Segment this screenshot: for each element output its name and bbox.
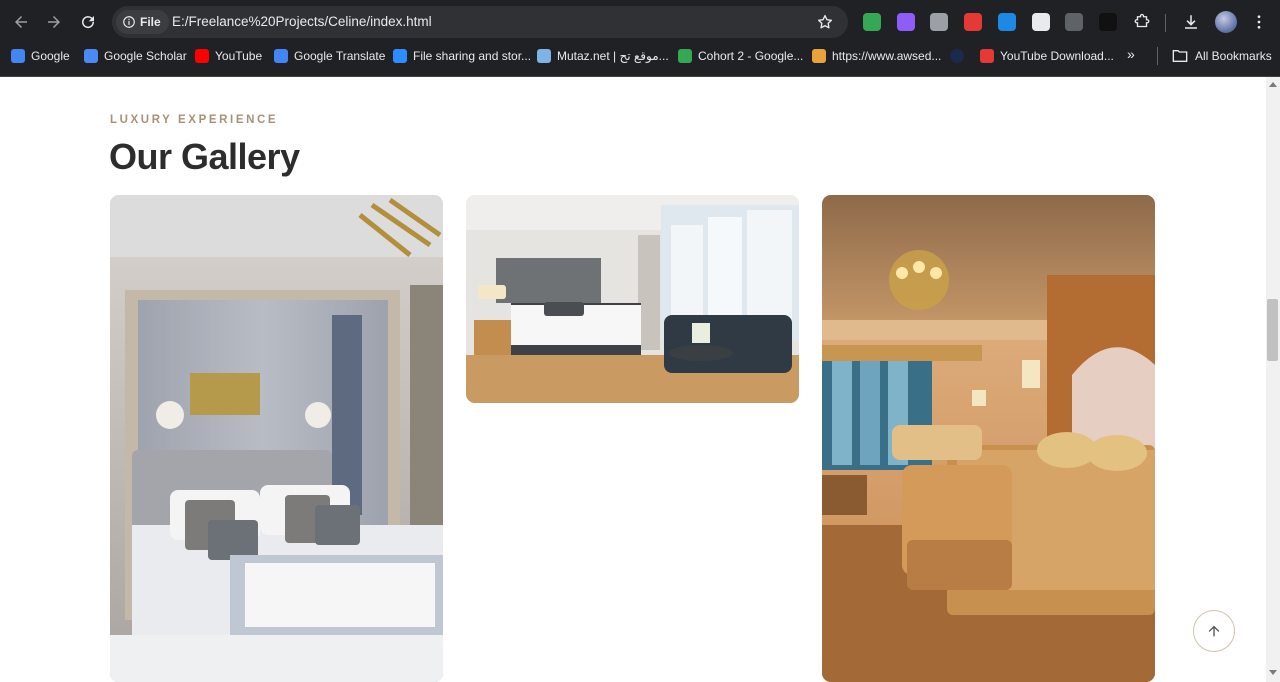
gallery-item-3[interactable] (822, 195, 1155, 682)
package-icon (812, 49, 826, 63)
section-eyebrow: LUXURY EXPERIENCE (110, 114, 279, 126)
toolbar-separator (1165, 14, 1166, 32)
info-icon (123, 16, 135, 28)
address-bar[interactable]: File E:/Freelance%20Projects/Celine/inde… (112, 6, 848, 38)
url-text[interactable]: E:/Freelance%20Projects/Celine/index.htm… (172, 14, 432, 29)
browser-toolbar: File E:/Freelance%20Projects/Celine/inde… (0, 0, 1280, 44)
extension-icon-6[interactable] (1032, 13, 1050, 31)
extension-icon-3[interactable] (930, 13, 948, 31)
download-site-icon (980, 49, 994, 63)
bookmark-label: YouTube (215, 49, 263, 63)
bookmark-cohort[interactable]: Cohort 2 - Google... (678, 44, 803, 68)
bookmark-google[interactable]: Google (11, 44, 70, 68)
bookmark-google-translate[interactable]: Google Translate (274, 44, 385, 68)
extension-icon-4[interactable] (964, 13, 982, 31)
scroll-up-arrow-icon[interactable] (1269, 82, 1277, 87)
bookmark-awsed[interactable]: https://www.awsed... (812, 44, 941, 68)
reload-icon (82, 16, 95, 29)
extension-icon-2[interactable] (897, 13, 915, 31)
scheme-label: File (140, 15, 161, 29)
translate-icon (274, 49, 288, 63)
bookmark-label: Google Scholar (104, 49, 187, 63)
site-info-chip[interactable]: File (116, 10, 169, 34)
bookmark-youtube-download[interactable]: YouTube Download... (980, 44, 1114, 68)
extension-icon-1[interactable] (863, 13, 881, 31)
bookmarks-separator (1157, 47, 1158, 65)
bookmark-label: File sharing and stor... (413, 49, 532, 63)
city-view-hotel-room-image (466, 195, 799, 403)
more-bookmarks-chevron-icon[interactable]: » (1127, 46, 1145, 66)
browser-menu-button[interactable] (1249, 12, 1269, 32)
arrow-left-icon (15, 16, 27, 28)
extensions-puzzle-button[interactable] (1132, 12, 1152, 32)
bookmark-label: Mutaz.net | موقع تح... (557, 49, 669, 63)
puzzle-icon (1134, 13, 1150, 28)
classic-gold-suite-image (822, 195, 1155, 682)
site-icon (950, 49, 964, 63)
bookmark-unlabeled[interactable] (950, 44, 964, 68)
page-scrollbar[interactable] (1266, 77, 1280, 682)
google-icon (11, 49, 25, 63)
back-button[interactable] (8, 9, 34, 35)
bookmark-label: https://www.awsed... (832, 49, 942, 63)
bookmark-label: Google (31, 49, 70, 63)
bookmarks-bar: Google Google Scholar YouTube Google Tra… (0, 44, 1280, 77)
mutaz-icon (537, 49, 551, 63)
bookmark-label: Google Translate (294, 49, 386, 63)
google-drive-icon (678, 49, 692, 63)
bookmark-youtube[interactable]: YouTube (195, 44, 262, 68)
scrollbar-thumb[interactable] (1267, 299, 1278, 361)
bookmark-file-sharing[interactable]: File sharing and stor... (393, 44, 531, 68)
bookmark-star-icon[interactable] (816, 13, 834, 31)
bookmark-google-scholar[interactable]: Google Scholar (84, 44, 187, 68)
gallery-item-1[interactable] (110, 195, 443, 682)
section-title: Our Gallery (109, 136, 300, 177)
extension-icon-5[interactable] (998, 13, 1016, 31)
page-viewport: LUXURY EXPERIENCE Our Gallery (0, 77, 1266, 682)
kebab-menu-icon (1257, 15, 1261, 29)
bookmark-label: Cohort 2 - Google... (698, 49, 804, 63)
folder-icon (1172, 50, 1188, 62)
arrow-right-icon (48, 16, 60, 28)
extension-icon-8[interactable] (1099, 13, 1117, 31)
file-sharing-icon (393, 49, 407, 63)
extension-icon-7[interactable] (1065, 13, 1083, 31)
download-icon (1185, 15, 1197, 29)
profile-avatar[interactable] (1215, 11, 1237, 33)
modern-grey-bedroom-image (110, 195, 443, 682)
forward-button[interactable] (41, 9, 67, 35)
gallery-item-2[interactable] (466, 195, 799, 403)
scroll-down-arrow-icon[interactable] (1269, 670, 1277, 675)
all-bookmarks-button[interactable]: All Bookmarks (1172, 44, 1272, 68)
bookmark-mutaz[interactable]: Mutaz.net | موقع تح... (537, 44, 669, 68)
reload-button[interactable] (75, 9, 101, 35)
all-bookmarks-label: All Bookmarks (1195, 49, 1272, 63)
youtube-icon (195, 49, 209, 63)
bookmark-label: YouTube Download... (1000, 49, 1114, 63)
scholar-icon (84, 49, 98, 63)
arrow-up-icon (1208, 625, 1220, 637)
scroll-to-top-button[interactable] (1193, 610, 1235, 652)
downloads-button[interactable] (1181, 12, 1201, 32)
